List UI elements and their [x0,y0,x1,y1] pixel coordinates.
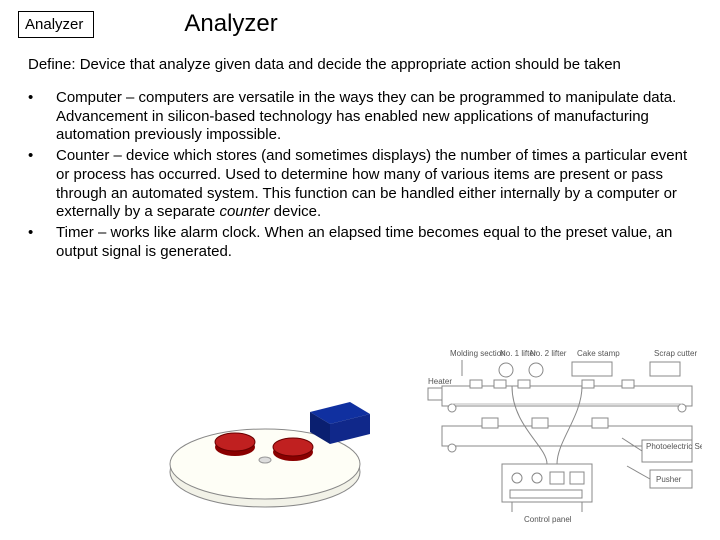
figures-area: Molding section No. 1 lifter No. 2 lifte… [0,352,720,532]
definition-text: Define: Device that analyze given data a… [28,56,692,75]
list-item: • Computer – computers are versatile in … [28,89,692,145]
bullet-text: Counter – device which stores (and somet… [56,147,692,222]
bullet-list: • Computer – computers are versatile in … [28,89,692,262]
bullet-text: Timer – works like alarm clock. When an … [56,224,692,262]
list-item: • Counter – device which stores (and som… [28,147,692,222]
label-cakestamp: Cake stamp [577,349,620,358]
list-item: • Timer – works like alarm clock. When a… [28,224,692,262]
label-no2: No. 2 lifter [530,349,567,358]
slide: Analyzer Analyzer Define: Device that an… [0,0,720,540]
slide-header: Analyzer Analyzer [18,10,702,38]
bullet-text: Computer – computers are versatile in th… [56,89,692,145]
conveyor-diagram: Molding section No. 1 lifter No. 2 lifte… [422,346,702,526]
turntable-figure [155,352,385,522]
label-photo: Photoelectric Sensor [646,442,702,451]
label-scrap: Scrap cutter [654,349,697,358]
label-panel: Control panel [524,515,572,524]
slide-title: Analyzer [184,10,277,38]
label-molding: Molding section [450,349,506,358]
label-heater: Heater [428,377,452,386]
header-box-label: Analyzer [18,11,94,38]
bullet-marker: • [28,224,56,262]
bullet-marker: • [28,147,56,222]
label-pusher: Pusher [656,475,682,484]
bullet-marker: • [28,89,56,145]
